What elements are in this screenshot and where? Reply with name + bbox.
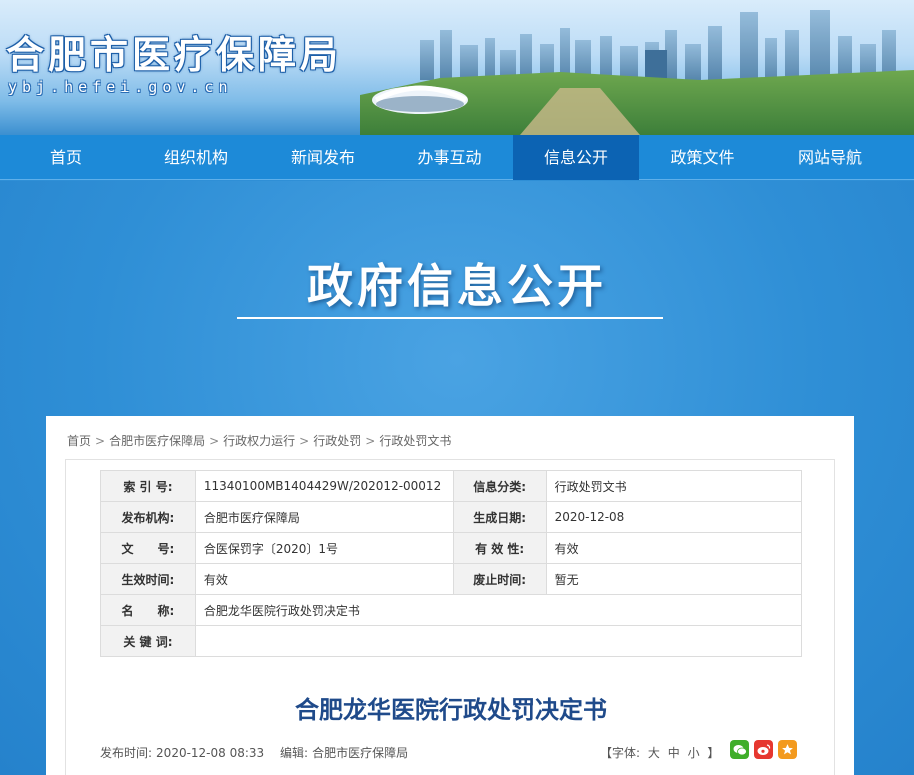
share-buttons [730, 740, 802, 759]
font-size-close-bracket: 】 [707, 746, 720, 760]
keywords-value [194, 625, 803, 657]
nav-item-policy-documents[interactable]: 政策文件 [639, 135, 766, 180]
font-size-switcher: 【字体: 大 中 小 】 [598, 744, 721, 761]
content-panel: 首页 > 合肥市医疗保障局 > 行政权力运行 > 行政处罚 > 行政处罚文书 索 引 号: 11… [46, 416, 854, 775]
hero-underline [237, 317, 663, 319]
index-value: 11340100MB1404429W/202012-00012 [194, 470, 454, 502]
document-meta-table: 索 引 号: 11340100MB1404429W/202012-00012 信… [100, 470, 803, 657]
site-header: 合肥市医疗保障局 ybj.hefei.gov.cn [0, 0, 914, 135]
publish-time-value: 2020-12-08 08:33 [156, 746, 265, 760]
site-title: 合肥市医疗保障局 [6, 33, 343, 77]
publish-time-label: 发布时间: [100, 746, 153, 760]
nav-item-site-map[interactable]: 网站导航 [766, 135, 894, 180]
effective-time-value: 有效 [194, 563, 454, 595]
wechat-icon[interactable] [730, 740, 749, 759]
name-label: 名 称: [100, 594, 196, 626]
nav-item-home[interactable]: 首页 [0, 135, 132, 180]
weibo-icon[interactable] [754, 740, 773, 759]
table-row: 生效时间: 有效 废止时间: 暂无 [100, 563, 803, 595]
document-title: 合肥龙华医院行政处罚决定书 [295, 696, 607, 724]
created-date-value: 2020-12-08 [545, 501, 803, 533]
font-size-small-button[interactable]: 小 [688, 746, 700, 760]
validity-value: 有效 [545, 532, 803, 564]
created-date-label: 生成日期: [452, 501, 547, 533]
breadcrumb-home[interactable]: 首页 [67, 434, 91, 448]
breadcrumb-bureau[interactable]: 合肥市医疗保障局 [109, 434, 205, 448]
font-size-label: 【字体: [600, 746, 641, 760]
category-value: 行政处罚文书 [545, 470, 803, 502]
index-label: 索 引 号: [100, 470, 196, 502]
nav-item-news[interactable]: 新闻发布 [260, 135, 386, 180]
breadcrumb-penalty-documents[interactable]: 行政处罚文书 [379, 434, 451, 448]
repeal-time-label: 废止时间: [452, 563, 547, 595]
document-number-label: 文 号: [100, 532, 196, 564]
breadcrumb: 首页 > 合肥市医疗保障局 > 行政权力运行 > 行政处罚 > 行政处罚文书 [67, 434, 452, 448]
table-row: 关 键 词: [100, 625, 803, 657]
table-row: 文 号: 合医保罚字〔2020〕1号 有 效 性: 有效 [100, 532, 803, 564]
editor-value: 合肥市医疗保障局 [312, 746, 409, 760]
publish-info-bar: 发布时间: 2020-12-08 08:33 编辑: 合肥市医疗保障局 【字体: 大… [100, 740, 802, 762]
document-frame: 索 引 号: 11340100MB1404429W/202012-00012 信… [65, 459, 835, 775]
publish-info: 发布时间: 2020-12-08 08:33 编辑: 合肥市医疗保障局 [100, 744, 412, 761]
effective-time-label: 生效时间: [100, 563, 196, 595]
main-nav: 首页 组织机构 新闻发布 办事互动 信息公开 政策文件 网站导航 [0, 135, 914, 180]
table-row: 发布机构: 合肥市医疗保障局 生成日期: 2020-12-08 [100, 501, 803, 533]
publisher-label: 发布机构: [100, 501, 196, 533]
hero-title: 政府信息公开 [307, 259, 607, 313]
nav-item-organization[interactable]: 组织机构 [132, 135, 260, 180]
publisher-value: 合肥市医疗保障局 [194, 501, 454, 533]
breadcrumb-admin-power[interactable]: 行政权力运行 [223, 434, 295, 448]
editor-label: 编辑: [280, 746, 309, 760]
document-number-value: 合医保罚字〔2020〕1号 [194, 532, 454, 564]
validity-label: 有 效 性: [452, 532, 547, 564]
font-size-large-button[interactable]: 大 [648, 746, 660, 760]
category-label: 信息分类: [452, 470, 547, 502]
table-row: 索 引 号: 11340100MB1404429W/202012-00012 信… [100, 470, 803, 502]
site-domain: ybj.hefei.gov.cn [8, 78, 233, 96]
table-row: 名 称: 合肥龙华医院行政处罚决定书 [100, 594, 803, 626]
keywords-label: 关 键 词: [100, 625, 196, 657]
nav-item-info-disclosure[interactable]: 信息公开 [513, 135, 639, 180]
favorite-icon[interactable] [778, 740, 797, 759]
nav-item-services[interactable]: 办事互动 [386, 135, 513, 180]
repeal-time-value: 暂无 [545, 563, 803, 595]
font-size-medium-button[interactable]: 中 [668, 746, 680, 760]
breadcrumb-penalty[interactable]: 行政处罚 [313, 434, 361, 448]
name-value: 合肥龙华医院行政处罚决定书 [194, 594, 803, 626]
